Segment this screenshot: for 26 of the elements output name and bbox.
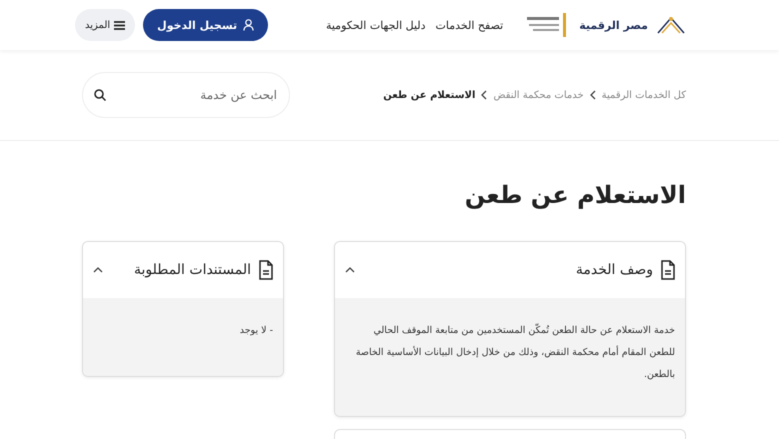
chevron-up-icon[interactable]: [345, 267, 355, 273]
chevron-left-icon: [590, 90, 596, 100]
nav-link[interactable]: دليل الجهات الحكومية: [326, 18, 426, 32]
chevron-up-icon[interactable]: [93, 267, 103, 273]
more-button[interactable]: المزيد: [75, 9, 136, 41]
accordion-title: وصف الخدمة: [574, 262, 653, 278]
document-icon: [259, 260, 273, 280]
logo-text: مصر الرقمية: [579, 18, 648, 32]
accordion-title: المستندات المطلوبة: [132, 262, 251, 278]
accordion-text: - لا يوجد: [238, 324, 273, 338]
search-icon[interactable]: [94, 89, 106, 101]
document-icon: [661, 260, 675, 280]
search-field[interactable]: ابحث عن خدمة: [82, 72, 290, 118]
page-title: الاستعلام عن طعن: [464, 181, 686, 209]
breadcrumb-link[interactable]: خدمات محكمة النقض: [493, 90, 584, 100]
accordion-header[interactable]: وصف الخدمة: [335, 242, 685, 298]
login-button[interactable]: تسجيل الدخول: [143, 9, 268, 41]
accordion-header[interactable]: المستندات المطلوبة: [83, 242, 283, 298]
breadcrumb-link[interactable]: الاستعلام عن طعن: [383, 90, 476, 100]
pyramid-logo-icon: [656, 15, 686, 35]
user-icon: [243, 19, 254, 31]
breadcrumb-link[interactable]: كل الخدمات الرقمية: [602, 90, 686, 100]
menu-icon: [114, 20, 126, 30]
accordion-text: خدمة الاستعلام عن حالة الطعن تُمكّن المستخدمين من متابعة الموقف الحالي للطعن المقام أمام محكمة النقض، وذلك من خلال إدخال البيانات الأساسية الخاصة بالطعن.: [354, 322, 675, 382]
nav-link[interactable]: تصفح الخدمات: [436, 18, 504, 32]
chevron-left-icon: [481, 90, 488, 100]
